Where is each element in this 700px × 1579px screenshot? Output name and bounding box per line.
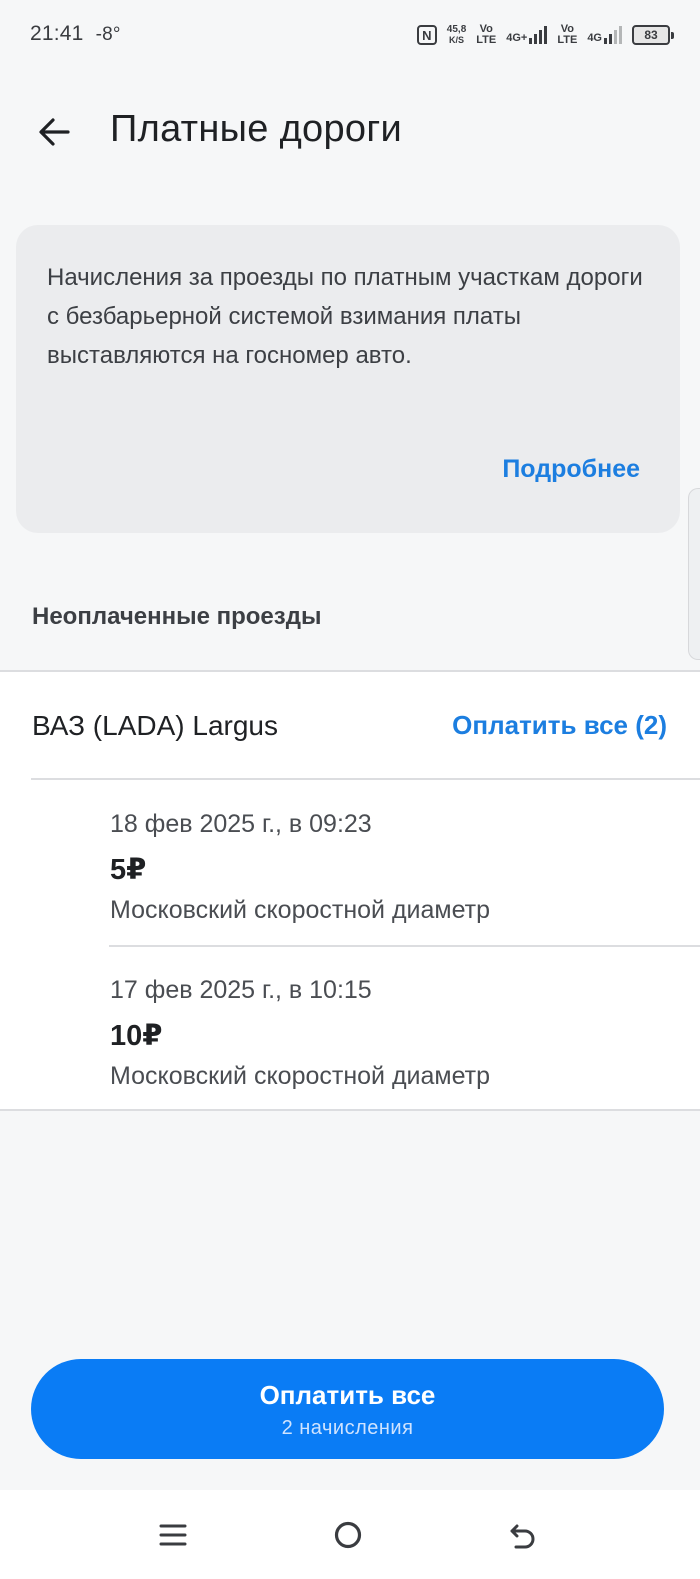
home-icon xyxy=(334,1521,362,1549)
network-speed-value: 45,8 xyxy=(446,24,467,35)
network-type-2: 4G xyxy=(587,32,602,44)
trip-road: Московский скоростной диаметр xyxy=(110,896,491,924)
page-title: Платные дороги xyxy=(110,108,403,150)
volte-indicator-2: Vo LTE xyxy=(557,23,578,46)
trips-panel: ВАЗ (LADA) Largus Оплатить все (2) 18 фе… xyxy=(0,670,700,1111)
battery-level: 83 xyxy=(644,28,658,42)
trip-date: 18 фев 2025 г., в 09:23 xyxy=(110,810,372,838)
battery-icon: 83 xyxy=(632,25,674,45)
nfc-icon: N xyxy=(416,25,437,45)
status-time: 21:41 -8° xyxy=(30,22,121,46)
car-row: ВАЗ (LADA) Largus Оплатить все (2) xyxy=(0,672,700,780)
trip-road: Московский скоростной диаметр xyxy=(110,1062,491,1090)
info-card: Начисления за проезды по платным участка… xyxy=(16,225,680,533)
list-item[interactable]: 18 фев 2025 г., в 09:23 5₽ Московский ск… xyxy=(110,780,700,946)
pay-all-button-label: Оплатить все xyxy=(259,1380,436,1410)
nav-home-button[interactable] xyxy=(323,1510,373,1560)
more-info-link[interactable]: Подробнее xyxy=(502,455,640,484)
nav-back-button[interactable] xyxy=(498,1510,548,1560)
system-nav-bar xyxy=(0,1490,700,1579)
network-type-1: 4G+ xyxy=(506,32,528,44)
volte-indicator-1: Vo LTE xyxy=(476,23,497,46)
signal-bars-icon xyxy=(604,26,622,44)
signal-sim2: 4G xyxy=(587,26,622,44)
arrow-left-icon xyxy=(39,118,70,146)
back-button[interactable] xyxy=(30,108,78,156)
info-text: Начисления за проезды по платным участка… xyxy=(47,264,643,369)
section-title-unpaid: Неоплаченные проезды xyxy=(32,603,322,630)
app-header: Платные дороги xyxy=(0,90,700,180)
car-name: ВАЗ (LADA) Largus xyxy=(32,710,278,741)
nav-menu-button[interactable] xyxy=(148,1510,198,1560)
pay-all-button-count: 2 начисления xyxy=(281,1417,414,1439)
signal-bars-icon xyxy=(529,26,548,44)
trip-amount: 5₽ xyxy=(110,854,147,886)
pay-all-car-link[interactable]: Оплатить все (2) xyxy=(452,710,667,741)
clock: 21:41 xyxy=(30,22,84,45)
trip-date: 17 фев 2025 г., в 10:15 xyxy=(110,976,372,1004)
network-speed-unit: K/S xyxy=(449,35,465,45)
pay-all-button[interactable]: Оплатить все 2 начисления xyxy=(31,1359,664,1459)
status-bar: 21:41 -8° N 45,8 K/S Vo LTE 4G+ Vo LTE 4G … xyxy=(0,0,700,70)
menu-icon xyxy=(159,1524,187,1546)
signal-sim1: 4G+ xyxy=(506,26,548,44)
list-item[interactable]: 17 фев 2025 г., в 10:15 10₽ Московский с… xyxy=(110,946,700,1112)
edge-panel-handle[interactable] xyxy=(688,488,700,660)
network-speed: 45,8 K/S xyxy=(447,24,466,46)
temperature: -8° xyxy=(95,24,121,45)
status-indicators: N 45,8 K/S Vo LTE 4G+ Vo LTE 4G 83 xyxy=(416,20,674,50)
back-icon xyxy=(510,1524,535,1549)
trip-amount: 10₽ xyxy=(110,1020,163,1052)
